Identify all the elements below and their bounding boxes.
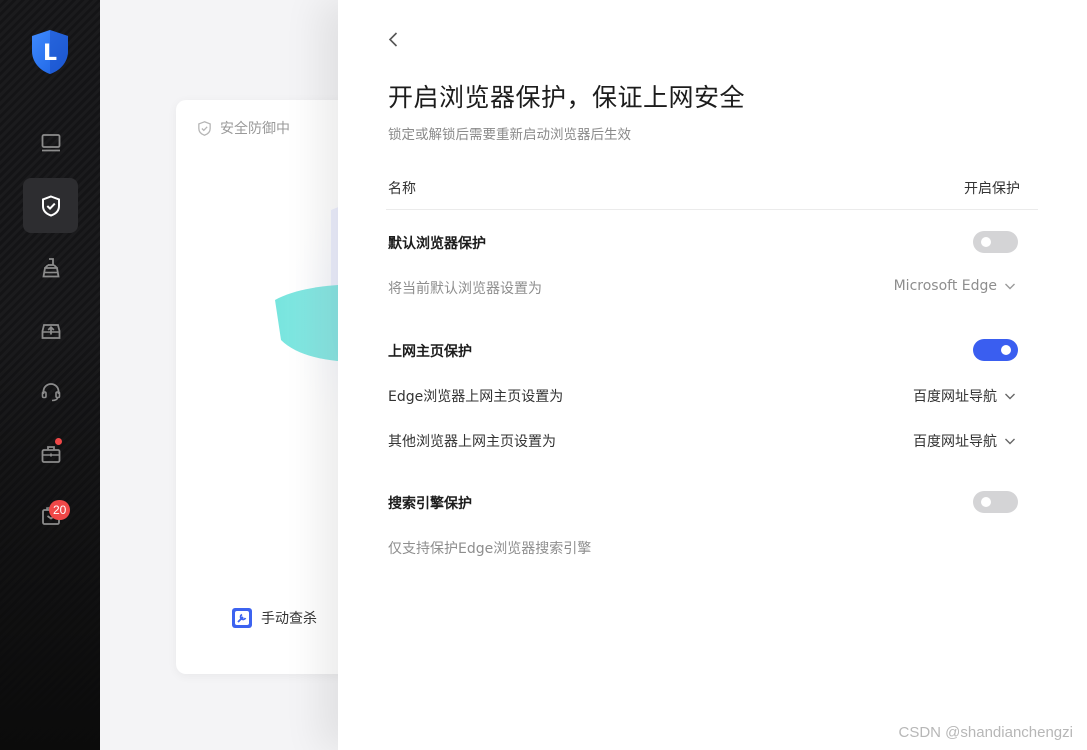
shield-check-icon [198,120,211,136]
message-count-badge: 20 [49,500,71,520]
homepage-protection-title: 上网主页保护 [388,344,472,360]
nav-upload[interactable] [23,302,78,357]
logo-letter: L [43,41,57,66]
toggle-knob [981,497,991,507]
toolbox-icon [41,445,60,463]
nav-protection[interactable] [23,178,78,233]
sidebar: L 20 [0,0,100,750]
monitor-icon [41,133,60,151]
default-browser-select[interactable]: Microsoft Edge [894,278,1017,294]
chevron-down-icon [1005,283,1015,290]
toggle-knob [1001,345,1011,355]
notification-dot [55,438,62,445]
other-homepage-value: 百度网址导航 [913,434,997,450]
other-homepage-label: 其他浏览器上网主页设置为 [388,434,556,450]
column-header-enable: 开启保护 [964,181,1020,197]
nav-cleanup[interactable] [23,240,78,295]
toggle-knob [981,237,991,247]
shield-check-icon [41,194,60,217]
tray-upload-icon [41,323,60,339]
search-engine-protection-toggle[interactable] [973,491,1018,513]
other-homepage-select[interactable]: 百度网址导航 [913,431,1017,451]
edge-homepage-value: 百度网址导航 [913,389,997,405]
headset-icon [41,382,60,401]
nav-toolbox[interactable] [23,426,78,481]
default-browser-protection-toggle[interactable] [973,231,1018,253]
default-browser-protection-title: 默认浏览器保护 [388,236,486,252]
manual-scan-button[interactable]: 手动查杀 [232,608,317,628]
search-engine-protection-title: 搜索引擎保护 [388,496,472,512]
page-subtitle: 锁定或解锁后需要重新启动浏览器后生效 [388,127,631,143]
manual-scan-label: 手动查杀 [261,611,317,627]
nav-computer[interactable] [23,115,78,170]
header-divider [386,209,1038,210]
scan-wrench-icon [232,608,252,628]
chevron-down-icon [1005,438,1015,445]
nav-support[interactable] [23,364,78,419]
chevron-left-icon [388,32,398,47]
edge-homepage-label: Edge浏览器上网主页设置为 [388,389,564,405]
default-browser-value: Microsoft Edge [893,278,997,294]
edge-homepage-select[interactable]: 百度网址导航 [913,386,1017,406]
status-text: 安全防御中 [220,121,290,137]
back-button[interactable] [382,28,406,52]
default-browser-label: 将当前默认浏览器设置为 [388,281,542,297]
chevron-down-icon [1005,393,1015,400]
search-engine-note: 仅支持保护Edge浏览器搜索引擎 [388,541,592,557]
browser-protection-panel: 开启浏览器保护，保证上网安全 锁定或解锁后需要重新启动浏览器后生效 名称 开启保… [338,0,1087,750]
column-header-name: 名称 [388,181,416,197]
app-logo: L [30,29,70,75]
page-title: 开启浏览器保护，保证上网安全 [388,83,746,112]
broom-icon [41,257,60,277]
homepage-protection-toggle[interactable] [973,339,1018,361]
watermark: CSDN @shandianchengzi [898,724,1074,741]
nav-messages[interactable]: 20 [23,488,78,543]
status-header: 安全防御中 [196,118,290,138]
